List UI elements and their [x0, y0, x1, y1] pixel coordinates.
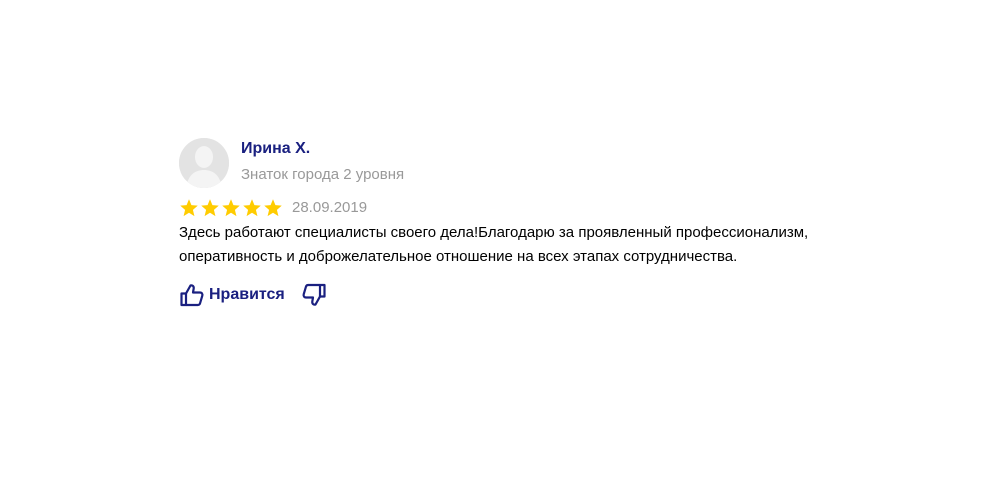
- thumbs-down-icon: [301, 282, 327, 308]
- like-button[interactable]: Нравится: [179, 282, 285, 308]
- thumbs-up-icon: [179, 282, 205, 308]
- dislike-button[interactable]: [301, 282, 327, 308]
- star-icon: [179, 198, 199, 218]
- rating-row: 28.09.2019: [179, 197, 839, 219]
- star-icon: [242, 198, 262, 218]
- review-header: Ирина Х. Знаток города 2 уровня: [179, 138, 839, 188]
- star-icon: [221, 198, 241, 218]
- review-actions: Нравится: [179, 281, 839, 309]
- review-text: Здесь работают специалисты своего дела!Б…: [179, 224, 809, 265]
- default-user-avatar-icon: [179, 138, 229, 188]
- star-icon: [200, 198, 220, 218]
- author-info: Ирина Х. Знаток города 2 уровня: [241, 139, 405, 185]
- author-level: Знаток города 2 уровня: [241, 166, 405, 183]
- star-icon: [263, 198, 283, 218]
- author-name[interactable]: Ирина Х.: [241, 139, 404, 159]
- review-card: Ирина Х. Знаток города 2 уровня 28.09.20…: [179, 138, 839, 309]
- review-date: 28.09.2019: [292, 199, 368, 216]
- star-rating: [179, 198, 283, 218]
- avatar[interactable]: [179, 138, 229, 188]
- like-label: Нравится: [209, 286, 285, 303]
